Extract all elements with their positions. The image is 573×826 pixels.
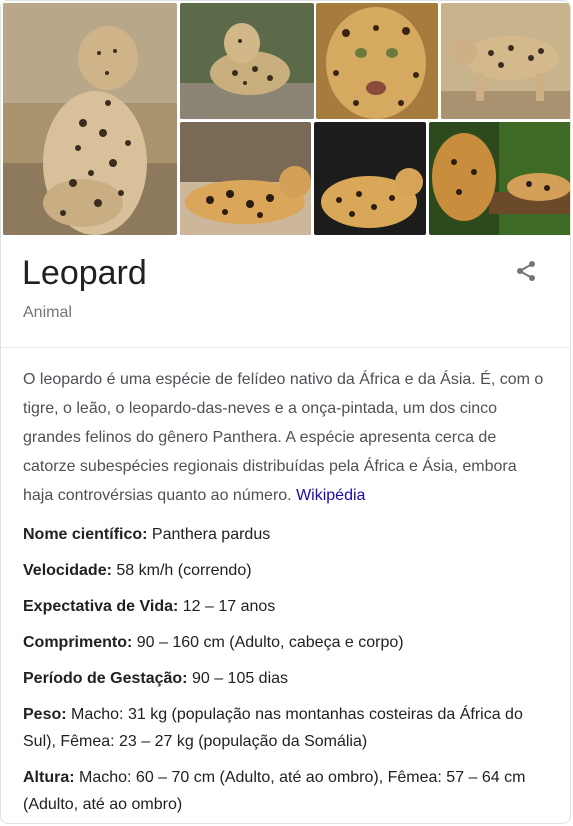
image-gallery [1,1,570,237]
fact-label[interactable]: Peso: [23,706,67,723]
fact-label[interactable]: Expectativa de Vida: [23,598,178,615]
fact-gestation: Período de Gestação: 90 – 105 dias [23,665,551,692]
knowledge-panel: Leopard Animal O leopardo é uma espécie … [0,0,571,824]
leopard-photo-tree[interactable] [429,122,570,235]
leopard-photo-face[interactable] [316,3,438,119]
fact-speed: Velocidade: 58 km/h (correndo) [23,557,551,584]
fact-value[interactable]: Macho: 31 kg (população nas montanhas co… [23,706,523,750]
fact-label[interactable]: Nome científico: [23,526,147,543]
description: O leopardo é uma espécie de felídeo nati… [23,365,551,510]
fact-height: Altura: Macho: 60 – 70 cm (Adulto, até a… [23,764,551,818]
entity-type: Animal [23,304,72,321]
fact-label[interactable]: Comprimento: [23,634,132,651]
fact-label[interactable]: Período de Gestação: [23,670,188,687]
fact-weight: Peso: Macho: 31 kg (população nas montan… [23,701,551,755]
leopard-photo-black-bg[interactable] [314,122,426,235]
leopard-photo-lying[interactable] [180,122,311,235]
fact-value[interactable]: Panthera pardus [152,526,270,543]
leopard-photo-sitting[interactable] [3,3,177,235]
description-text: O leopardo é uma espécie de felídeo nati… [23,371,544,504]
fact-value[interactable]: Macho: 60 – 70 cm (Adulto, até ao ombro)… [23,769,525,813]
fact-life-expectancy: Expectativa de Vida: 12 – 17 anos [23,593,551,620]
panel-header: Leopard Animal [1,237,570,348]
fact-label[interactable]: Velocidade: [23,562,112,579]
leopard-photo-resting-rock[interactable] [180,3,314,119]
fact-value[interactable]: 12 – 17 anos [183,598,276,615]
fact-value[interactable]: 58 km/h (correndo) [116,562,251,579]
fact-length: Comprimento: 90 – 160 cm (Adulto, cabeça… [23,629,551,656]
fact-value[interactable]: 90 – 105 dias [192,670,288,687]
wikipedia-link[interactable]: Wikipédia [296,487,365,504]
leopard-photo-walking[interactable] [441,3,570,119]
fact-value[interactable]: 90 – 160 cm (Adulto, cabeça e corpo) [137,634,404,651]
page-title: Leopard [22,254,147,292]
facts-list: Nome científico: Panthera pardus Velocid… [23,521,551,823]
fact-label[interactable]: Altura: [23,769,75,786]
fact-scientific-name: Nome científico: Panthera pardus [23,521,551,548]
share-button[interactable] [506,253,546,293]
share-icon [514,259,538,288]
